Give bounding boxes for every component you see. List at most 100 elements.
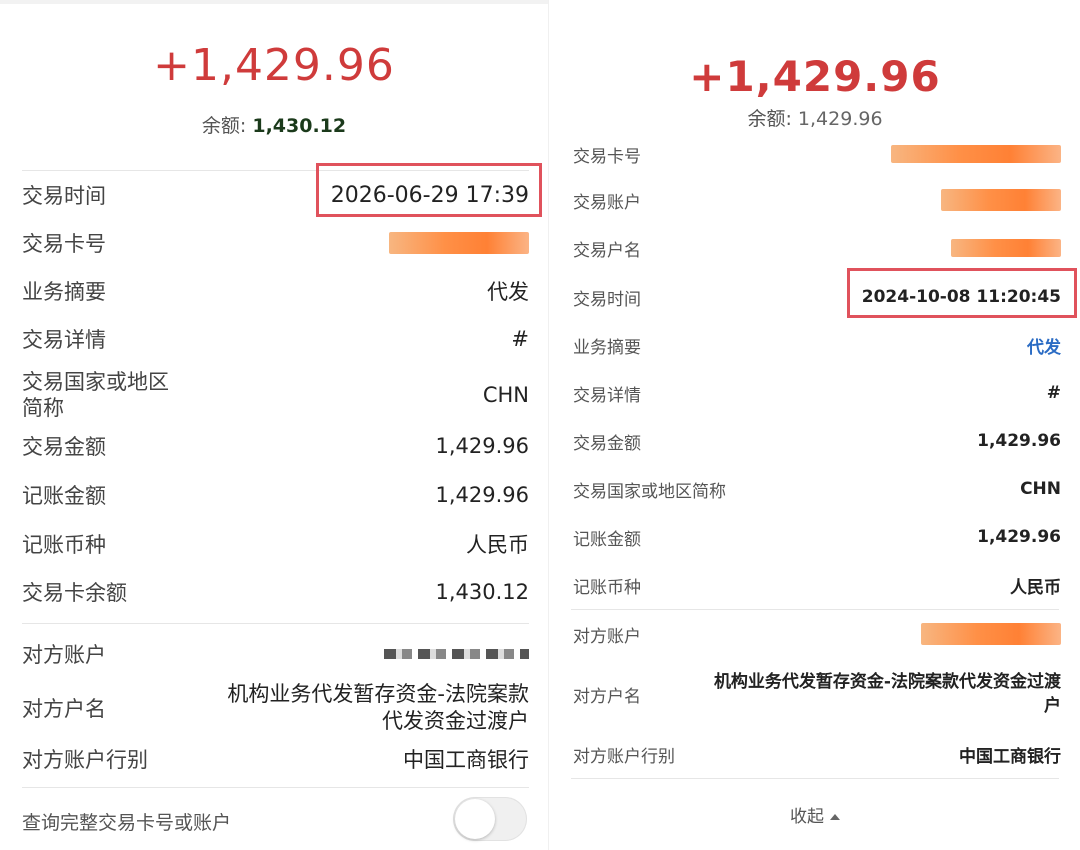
row-counterparty-bank: 对方账户行别 中国工商银行: [573, 740, 1061, 768]
row-value-line1: 机构业务代发暂存资金-法院案款: [227, 682, 529, 706]
row-value: 1,429.96: [435, 483, 529, 507]
row-label: 交易金额: [573, 433, 641, 454]
redacted-card-number: [389, 232, 529, 254]
row-label: 业务摘要: [573, 337, 641, 358]
row-value: #: [511, 327, 529, 351]
row-label: 交易详情: [22, 328, 106, 352]
row-value: 人民币: [1010, 577, 1061, 598]
row-transaction-amount: 交易金额 1,429.96: [22, 428, 529, 464]
row-card-balance: 交易卡余额 1,430.12: [22, 574, 529, 610]
transaction-amount: +1,429.96: [153, 40, 395, 91]
balance-label: 余额:: [747, 108, 798, 130]
row-value: CHN: [482, 383, 529, 407]
row-counterparty-name: 对方户名 机构业务代发暂存资金-法院案款代发资金过渡 户: [573, 668, 1061, 720]
row-label: 记账币种: [573, 577, 641, 598]
row-booked-amount: 记账金额 1,429.96: [573, 523, 1061, 551]
left-transaction-detail: +1,429.96 余额: 1,430.12 交易时间 2026-06-29 1…: [0, 0, 548, 850]
row-label: 交易金额: [22, 435, 106, 459]
row-label: 对方户名: [573, 686, 641, 707]
row-value: 1,429.96: [977, 527, 1061, 547]
full-number-toggle[interactable]: [453, 797, 527, 841]
row-label: 业务摘要: [22, 280, 106, 304]
row-account: 交易账户: [573, 186, 1061, 214]
divider: [571, 609, 1059, 610]
row-value: 机构业务代发暂存资金-法院案款 代发资金过渡户: [227, 681, 529, 735]
row-value-line1: 机构业务代发暂存资金-法院案款代发资金过渡: [713, 672, 1061, 692]
row-value: 机构业务代发暂存资金-法院案款代发资金过渡 户: [714, 670, 1061, 718]
row-label: 交易账户: [573, 192, 641, 213]
highlight-box: [847, 268, 1077, 318]
balance-value: 1,430.12: [252, 115, 347, 137]
row-label: 交易时间: [22, 184, 106, 208]
divider: [571, 778, 1059, 779]
redacted-account: [941, 189, 1061, 211]
highlight-box: [316, 163, 542, 217]
row-currency: 记账币种 人民币: [573, 571, 1061, 599]
divider: [22, 623, 529, 624]
divider: [22, 787, 529, 788]
toggle-knob: [455, 799, 495, 839]
row-label: 交易国家或地区 简称: [22, 369, 169, 421]
redacted-account: [921, 623, 1061, 645]
collapse-label: 收起: [790, 807, 824, 827]
row-details: 交易详情 #: [573, 379, 1061, 407]
caret-up-icon: [830, 814, 840, 820]
row-country: 交易国家或地区 简称 CHN: [22, 367, 529, 423]
row-counterparty-account: 对方账户: [573, 620, 1061, 648]
row-value: 中国工商银行: [959, 746, 1061, 767]
redacted-card-number: [891, 145, 1061, 163]
top-strip: [0, 0, 548, 4]
row-value-line2: 户: [1044, 696, 1061, 716]
row-summary: 业务摘要 代发: [573, 331, 1061, 359]
row-label: 对方账户行别: [573, 746, 675, 767]
toggle-label: 查询完整交易卡号或账户: [22, 812, 232, 834]
row-card-number: 交易卡号: [573, 140, 1061, 168]
transaction-amount: +1,429.96: [689, 52, 941, 101]
row-label: 记账金额: [573, 529, 641, 550]
row-label: 对方账户: [573, 626, 641, 647]
row-value: 1,429.96: [435, 434, 529, 458]
row-counterparty-name: 对方户名 机构业务代发暂存资金-法院案款 代发资金过渡户: [22, 680, 529, 736]
row-counterparty-bank: 对方账户行别 中国工商银行: [22, 741, 529, 777]
summary-link[interactable]: 代发: [1027, 333, 1061, 358]
balance-value: 1,429.96: [797, 108, 883, 130]
balance-label: 余额:: [201, 115, 253, 137]
row-value: 中国工商银行: [403, 748, 529, 772]
row-label: 交易户名: [573, 240, 641, 261]
redacted-account: [384, 649, 529, 659]
row-label: 对方账户: [22, 643, 106, 667]
row-label: 交易卡号: [573, 146, 641, 167]
redacted-account-name: [951, 239, 1061, 257]
row-value: 人民币: [466, 533, 529, 557]
row-label: 对方账户行别: [22, 748, 148, 772]
row-summary: 业务摘要 代发: [22, 273, 529, 309]
row-currency: 记账币种 人民币: [22, 526, 529, 562]
row-label: 记账币种: [22, 533, 106, 557]
row-card-number: 交易卡号: [22, 225, 529, 261]
row-label-line2: 简称: [22, 396, 64, 420]
row-label: 交易国家或地区简称: [573, 481, 726, 502]
row-details: 交易详情 #: [22, 321, 529, 357]
row-value: #: [1046, 383, 1061, 403]
row-booked-amount: 记账金额 1,429.96: [22, 477, 529, 513]
row-label: 记账金额: [22, 484, 106, 508]
row-account-name: 交易户名: [573, 234, 1061, 262]
collapse-button[interactable]: 收起: [549, 802, 1080, 827]
row-counterparty-account: 对方账户: [22, 636, 529, 672]
row-label: 交易卡余额: [22, 581, 127, 605]
row-label: 交易时间: [573, 289, 641, 310]
row-value-line2: 代发资金过渡户: [382, 709, 529, 733]
row-value: 代发: [487, 280, 529, 304]
row-value: CHN: [1020, 479, 1061, 499]
row-value: 1,429.96: [977, 431, 1061, 451]
row-label: 交易详情: [573, 385, 641, 406]
row-label: 对方户名: [22, 697, 106, 721]
row-transaction-amount: 交易金额 1,429.96: [573, 427, 1061, 455]
row-value: 1,430.12: [435, 580, 529, 604]
balance-line: 余额: 1,429.96: [549, 104, 1080, 131]
balance-line: 余额: 1,430.12: [0, 111, 548, 138]
row-country: 交易国家或地区简称 CHN: [573, 475, 1061, 503]
row-label-line1: 交易国家或地区: [22, 370, 169, 394]
row-label: 交易卡号: [22, 232, 106, 256]
right-transaction-detail: +1,429.96 余额: 1,429.96 交易卡号 交易账户 交易户名 交易…: [548, 0, 1080, 850]
